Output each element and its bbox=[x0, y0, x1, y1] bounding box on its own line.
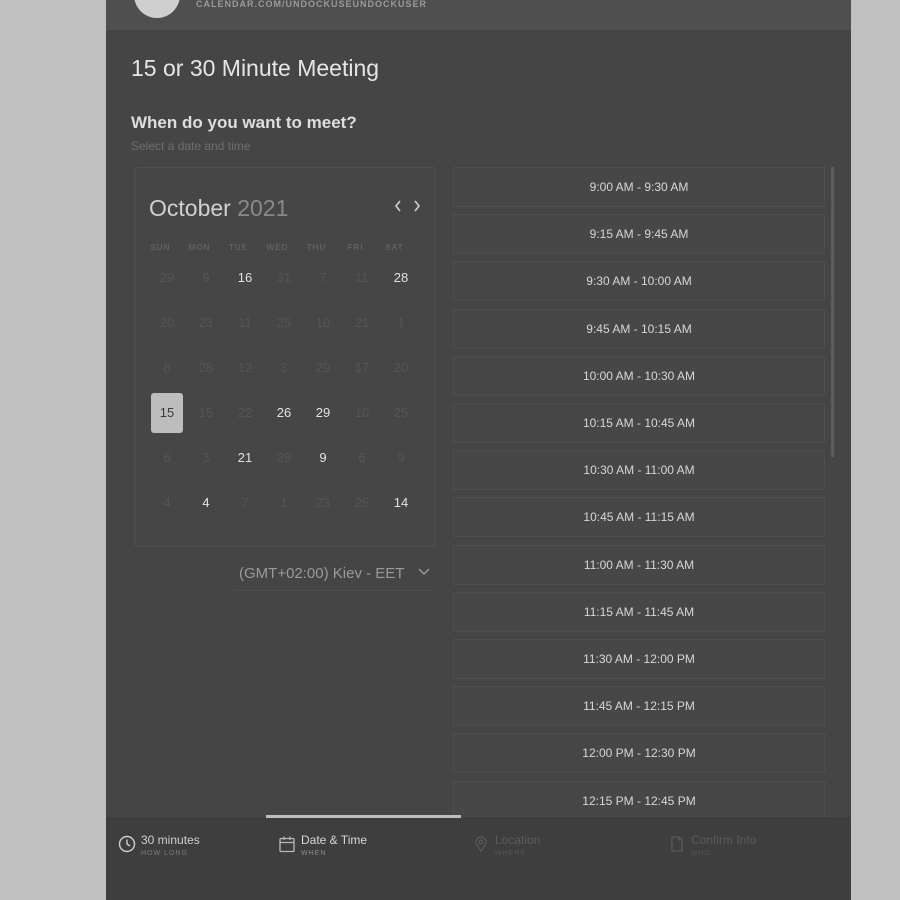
year-label: 2021 bbox=[237, 195, 289, 221]
calendar-day: 23 bbox=[315, 495, 331, 510]
step-sublabel: HOW LONG bbox=[141, 850, 188, 857]
calendar-day: 29 bbox=[315, 360, 331, 375]
time-slot-button[interactable]: 10:30 AM - 11:00 AM bbox=[453, 450, 825, 491]
time-slot-button[interactable]: 11:00 AM - 11:30 AM bbox=[453, 544, 825, 585]
calendar-day: 1 bbox=[280, 495, 288, 510]
time-slot-button[interactable]: 9:45 AM - 10:15 AM bbox=[453, 308, 825, 349]
weekday-header: SUN bbox=[150, 243, 171, 252]
calendar-day: 12 bbox=[237, 360, 253, 375]
step-label: Confirm Info bbox=[691, 833, 757, 847]
calendar-day[interactable]: 9 bbox=[307, 438, 339, 478]
timezone-select[interactable]: (GMT+02:00) Kiev - EET bbox=[234, 558, 434, 591]
timezone-label: (GMT+02:00) Kiev - EET bbox=[239, 565, 405, 582]
time-slot-button[interactable]: 11:15 AM - 11:45 AM bbox=[453, 591, 825, 632]
avatar bbox=[134, 0, 180, 18]
month-year-label: October 2021 bbox=[149, 195, 288, 222]
previous-month-button[interactable] bbox=[393, 197, 403, 218]
calendar-day[interactable]: 26 bbox=[268, 393, 300, 433]
step-sublabel: WHO bbox=[691, 850, 712, 857]
chevron-down-icon bbox=[418, 568, 430, 575]
calendar-day: 10 bbox=[315, 315, 331, 330]
calendar-day: 28 bbox=[276, 450, 292, 465]
calendar-day: 25 bbox=[276, 315, 292, 330]
step-label: Date & Time bbox=[301, 833, 368, 847]
time-slot-button[interactable]: 9:15 AM - 9:45 AM bbox=[453, 214, 825, 255]
weekday-header: TUE bbox=[229, 243, 248, 252]
calendar-day: 9 bbox=[202, 270, 210, 285]
chevron-left-icon bbox=[394, 200, 401, 212]
calendar-day: 1 bbox=[397, 315, 405, 330]
weekday-header: WED bbox=[266, 243, 289, 252]
booking-url: CALENDAR.COM/UNDOCKUSEUNDOCKUSER bbox=[196, 0, 428, 9]
calendar-day: 10 bbox=[354, 405, 370, 420]
calendar-day: 6 bbox=[163, 450, 171, 465]
calendar-day[interactable]: 16 bbox=[229, 258, 261, 298]
calendar-day-selected[interactable]: 15 bbox=[151, 393, 183, 433]
top-bar: CALENDAR.COM/UNDOCKUSEUNDOCKUSER bbox=[106, 0, 851, 30]
weekday-header: MON bbox=[188, 243, 211, 252]
calendar-day: 29 bbox=[159, 270, 175, 285]
location-pin-icon bbox=[472, 835, 490, 858]
weekday-header: SAT bbox=[385, 243, 404, 252]
chevron-right-icon bbox=[414, 200, 421, 212]
step-label: Location bbox=[495, 833, 541, 847]
calendar-day[interactable]: 29 bbox=[307, 393, 339, 433]
calendar-icon bbox=[278, 835, 296, 858]
helper-text: Select a date and time bbox=[131, 139, 251, 153]
calendar-day: 15 bbox=[198, 405, 214, 420]
date-picker: October 2021 SUN MON TUE WED THU FRI SAT 29 9 16 3… bbox=[134, 167, 436, 547]
step-progress-indicator bbox=[266, 815, 461, 818]
calendar-day: 17 bbox=[354, 360, 370, 375]
calendar-day: 6 bbox=[358, 450, 366, 465]
time-slot-button[interactable]: 9:00 AM - 9:30 AM bbox=[453, 167, 825, 207]
calendar-day: 4 bbox=[163, 495, 171, 510]
booking-panel: CALENDAR.COM/UNDOCKUSEUNDOCKUSER 15 or 3… bbox=[106, 0, 851, 900]
step-sublabel: WHERE bbox=[495, 850, 527, 857]
time-slot-button[interactable]: 10:00 AM - 10:30 AM bbox=[453, 355, 825, 396]
time-slot-button[interactable]: 12:00 PM - 12:30 PM bbox=[453, 733, 825, 774]
calendar-day: 3 bbox=[202, 450, 210, 465]
calendar-day: 7 bbox=[319, 270, 327, 285]
calendar-day: 8 bbox=[163, 360, 171, 375]
month-label: October bbox=[149, 195, 231, 221]
calendar-day: 20 bbox=[159, 315, 175, 330]
calendar-day: 3 bbox=[280, 360, 288, 375]
clock-icon bbox=[118, 835, 136, 858]
calendar-day[interactable]: 21 bbox=[229, 438, 261, 478]
weekday-header: THU bbox=[306, 243, 327, 252]
time-slot-button[interactable]: 9:30 AM - 10:00 AM bbox=[453, 261, 825, 302]
calendar-day[interactable]: 4 bbox=[190, 483, 222, 523]
time-slot-button[interactable]: 10:15 AM - 10:45 AM bbox=[453, 403, 825, 443]
calendar-day[interactable]: 14 bbox=[385, 483, 417, 523]
section-heading: When do you want to meet? bbox=[131, 113, 357, 132]
step-label: 30 minutes bbox=[141, 833, 200, 847]
slot-list-scrollbar[interactable] bbox=[831, 167, 834, 457]
weekday-header: FRI bbox=[347, 243, 364, 252]
calendar-day: 25 bbox=[393, 405, 409, 420]
booking-steps-bar: 30 minutes HOW LONG Date & Time WHEN Locatio… bbox=[106, 817, 851, 900]
time-slot-button[interactable]: 12:15 PM - 12:45 PM bbox=[453, 780, 825, 821]
page-title: 15 or 30 Minute Meeting bbox=[131, 55, 380, 81]
calendar-day: 31 bbox=[276, 270, 292, 285]
calendar-day: 22 bbox=[237, 405, 253, 420]
calendar-day: 28 bbox=[198, 360, 214, 375]
document-icon bbox=[668, 835, 686, 858]
calendar-day: 9 bbox=[397, 450, 405, 465]
calendar-day: 20 bbox=[393, 360, 409, 375]
time-slot-list: 9:00 AM - 9:30 AM 9:15 AM - 9:45 AM 9:30 A… bbox=[453, 167, 825, 821]
next-month-button[interactable] bbox=[412, 197, 422, 218]
time-slot-button[interactable]: 11:30 AM - 12:00 PM bbox=[453, 639, 825, 679]
calendar-day: 25 bbox=[354, 495, 370, 510]
time-slot-button[interactable]: 11:45 AM - 12:15 PM bbox=[453, 686, 825, 727]
calendar-day: 21 bbox=[354, 315, 370, 330]
time-slot-button[interactable]: 10:45 AM - 11:15 AM bbox=[453, 497, 825, 538]
step-sublabel: WHEN bbox=[301, 850, 327, 857]
calendar-day: 11 bbox=[355, 270, 369, 285]
calendar-day: 11 bbox=[238, 315, 252, 330]
calendar-day[interactable]: 28 bbox=[385, 258, 417, 298]
calendar-day: 23 bbox=[198, 315, 214, 330]
calendar-day: 7 bbox=[241, 495, 249, 510]
